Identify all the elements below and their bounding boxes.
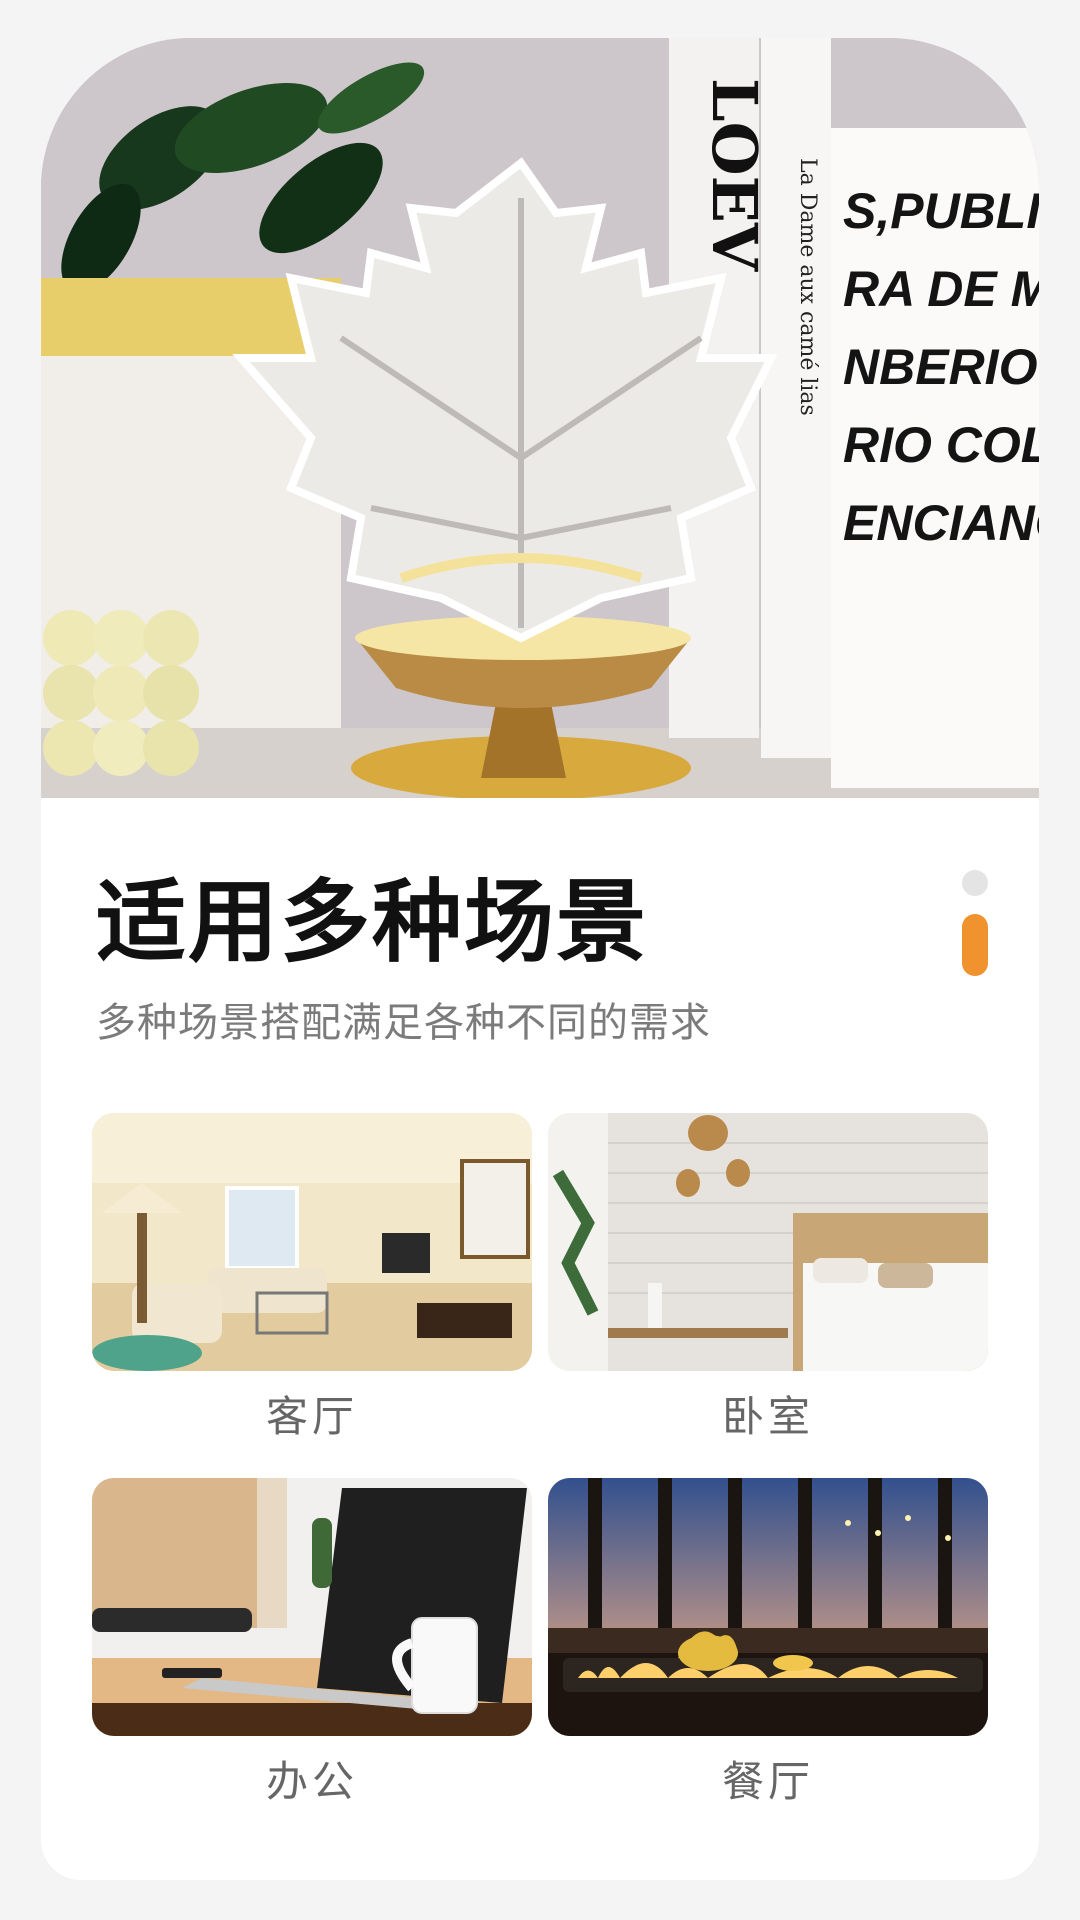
page-title: 适用多种场景 <box>96 870 648 975</box>
scene-item-restaurant[interactable]: 餐厅 <box>548 1478 988 1810</box>
pager-indicator[interactable] <box>961 870 989 1010</box>
pearl-candle-icon <box>43 610 199 776</box>
book-cover-line: RA DE MAS <box>843 261 1039 317</box>
book-cover-line: ENCIANO" <box>843 495 1039 551</box>
office-photo <box>92 1478 532 1736</box>
book-spine-title: LOEV <box>698 78 771 272</box>
pager-dot-active[interactable] <box>962 914 988 976</box>
living-room-photo <box>92 1113 532 1371</box>
scene-item-office[interactable]: 办公 <box>92 1478 532 1810</box>
scene-card: LOEV La Dame aux camé lias S,PUBLIC RA D… <box>41 38 1039 1880</box>
restaurant-photo <box>548 1478 988 1736</box>
book-cover-line: RIO COLECT <box>843 417 1039 473</box>
scene-label: 餐厅 <box>721 1757 814 1806</box>
page-subtitle: 多种场景搭配满足各种不同的需求 <box>96 1000 711 1046</box>
scene-label: 客厅 <box>265 1392 358 1441</box>
book-cover-line: NBERIOCO <box>843 339 1039 395</box>
scene-item-bedroom[interactable]: 卧室 <box>548 1113 988 1445</box>
scene-label: 卧室 <box>721 1392 814 1441</box>
book-cover-line: S,PUBLIC <box>843 183 1039 239</box>
hero-product-image: LOEV La Dame aux camé lias S,PUBLIC RA D… <box>41 38 1039 798</box>
bedroom-photo <box>548 1113 988 1371</box>
scene-item-living-room[interactable]: 客厅 <box>92 1113 532 1445</box>
scene-label: 办公 <box>265 1757 358 1806</box>
book-spine-subtitle: La Dame aux camé lias <box>795 158 820 416</box>
pager-dot-inactive[interactable] <box>962 870 988 896</box>
